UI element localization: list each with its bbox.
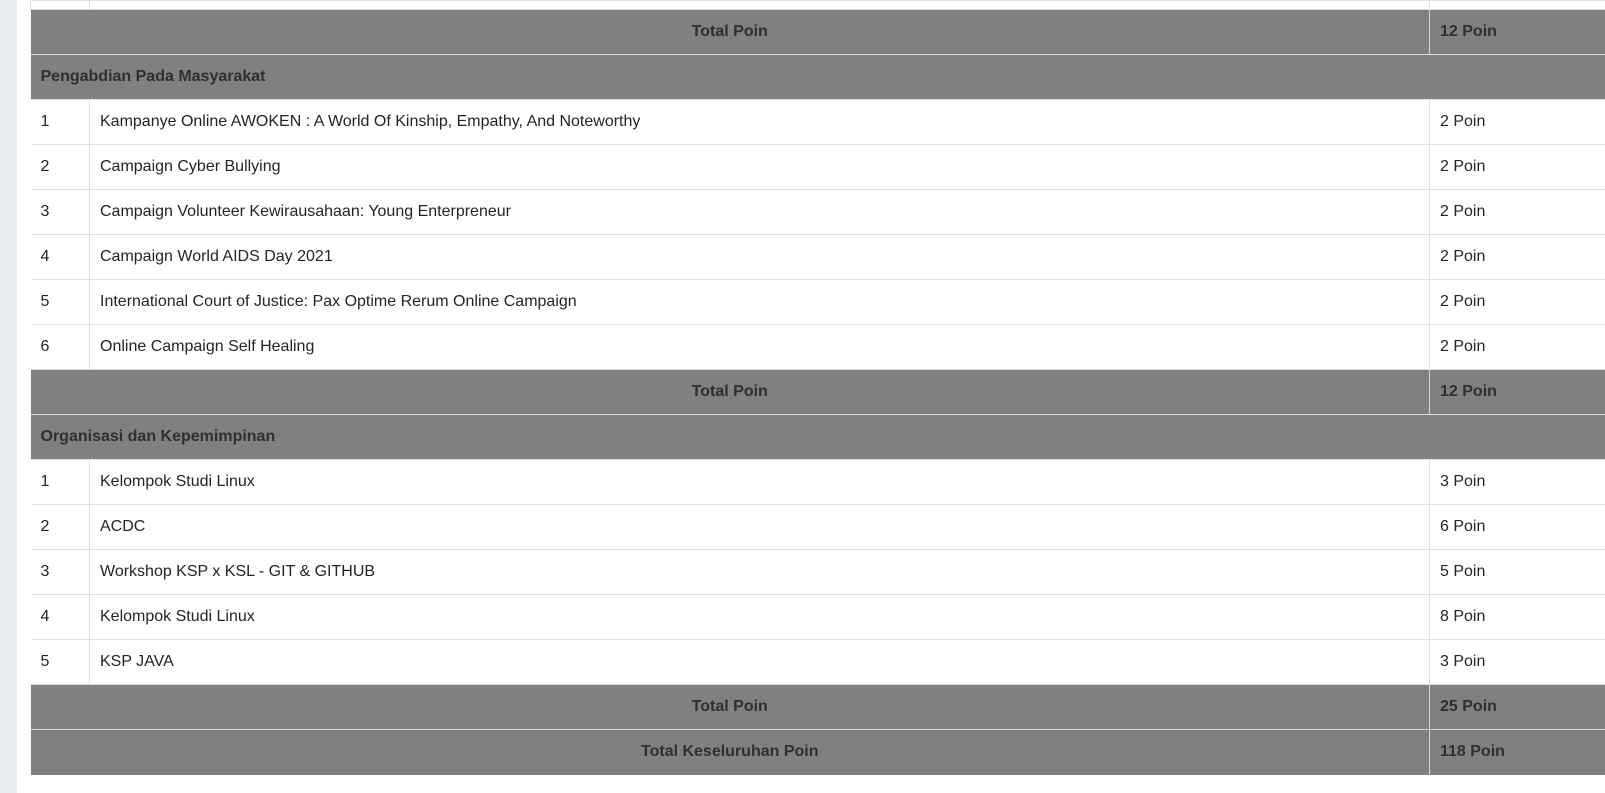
section-header-pengabdian: Pengabdian Pada Masyarakat — [30, 54, 1605, 100]
row-number: 4 — [30, 594, 90, 640]
activity-name: KSP JAVA — [89, 639, 1430, 685]
row-number: 5 — [30, 639, 90, 685]
total-poin-label: Total Poin — [30, 9, 1430, 55]
row-number: 4 — [30, 234, 90, 280]
row-number: 3 — [30, 549, 90, 595]
grand-total-row: Total Keseluruhan Poin 118 Poin — [30, 729, 1605, 775]
activity-poin: 2 Poin — [1429, 324, 1605, 370]
activity-poin: 2 Poin — [1429, 99, 1605, 145]
table-row: 5 KSP JAVA 3 Poin — [30, 639, 1605, 685]
page: Total Poin 12 Poin Pengabdian Pada Masya… — [0, 0, 1605, 793]
activity-name: ACDC — [89, 504, 1430, 550]
activity-poin: 2 Poin — [1429, 234, 1605, 280]
activity-name: Kampanye Online AWOKEN : A World Of Kins… — [89, 99, 1430, 145]
left-gutter — [0, 0, 17, 793]
total-poin-value: 12 Poin — [1429, 369, 1605, 415]
activity-name: Kelompok Studi Linux — [89, 594, 1430, 640]
activity-poin: 6 Poin — [1429, 504, 1605, 550]
row-number: 2 — [30, 144, 90, 190]
activity-poin: 5 Poin — [1429, 549, 1605, 595]
activity-poin: 2 Poin — [1429, 279, 1605, 325]
section-total-row: Total Poin 12 Poin — [30, 369, 1605, 415]
activity-name: Online Campaign Self Healing — [89, 324, 1430, 370]
section-title: Organisasi dan Kepemimpinan — [30, 414, 1605, 460]
activity-name: Campaign Cyber Bullying — [89, 144, 1430, 190]
row-number: 2 — [30, 504, 90, 550]
table-row: 2 Campaign Cyber Bullying 2 Poin — [30, 144, 1605, 190]
section-total-row: Total Poin 12 Poin — [30, 9, 1605, 55]
table-row: 3 Campaign Volunteer Kewirausahaan: Youn… — [30, 189, 1605, 235]
table-row: 5 International Court of Justice: Pax Op… — [30, 279, 1605, 325]
activity-name: Kelompok Studi Linux — [89, 459, 1430, 505]
grand-total-value: 118 Poin — [1429, 729, 1605, 775]
total-poin-label: Total Poin — [30, 684, 1430, 730]
row-number: 1 — [30, 99, 90, 145]
table-row: 6 Online Campaign Self Healing 2 Poin — [30, 324, 1605, 370]
activity-name: Campaign Volunteer Kewirausahaan: Young … — [89, 189, 1430, 235]
table-row-stub — [30, 0, 1605, 10]
total-poin-label: Total Poin — [30, 369, 1430, 415]
grand-total-label: Total Keseluruhan Poin — [30, 729, 1430, 775]
activity-poin: 2 Poin — [1429, 144, 1605, 190]
table-row: 4 Kelompok Studi Linux 8 Poin — [30, 594, 1605, 640]
activity-poin: 3 Poin — [1429, 459, 1605, 505]
activity-poin: 8 Poin — [1429, 594, 1605, 640]
table-row: 1 Kampanye Online AWOKEN : A World Of Ki… — [30, 99, 1605, 145]
row-number: 1 — [30, 459, 90, 505]
table-row: 4 Campaign World AIDS Day 2021 2 Poin — [30, 234, 1605, 280]
poin-table-container: Total Poin 12 Poin Pengabdian Pada Masya… — [30, 0, 1605, 775]
section-title: Pengabdian Pada Masyarakat — [30, 54, 1605, 100]
activity-name: International Court of Justice: Pax Opti… — [89, 279, 1430, 325]
row-number: 6 — [30, 324, 90, 370]
activity-poin: 3 Poin — [1429, 639, 1605, 685]
activity-name: Campaign World AIDS Day 2021 — [89, 234, 1430, 280]
section-header-organisasi: Organisasi dan Kepemimpinan — [30, 414, 1605, 460]
total-poin-value: 25 Poin — [1429, 684, 1605, 730]
row-number: 5 — [30, 279, 90, 325]
section-total-row: Total Poin 25 Poin — [30, 684, 1605, 730]
activity-poin: 2 Poin — [1429, 189, 1605, 235]
table-row: 3 Workshop KSP x KSL - GIT & GITHUB 5 Po… — [30, 549, 1605, 595]
activity-name: Workshop KSP x KSL - GIT & GITHUB — [89, 549, 1430, 595]
table-row: 2 ACDC 6 Poin — [30, 504, 1605, 550]
poin-table: Total Poin 12 Poin Pengabdian Pada Masya… — [30, 0, 1605, 775]
table-row: 1 Kelompok Studi Linux 3 Poin — [30, 459, 1605, 505]
total-poin-value: 12 Poin — [1429, 9, 1605, 55]
row-number: 3 — [30, 189, 90, 235]
